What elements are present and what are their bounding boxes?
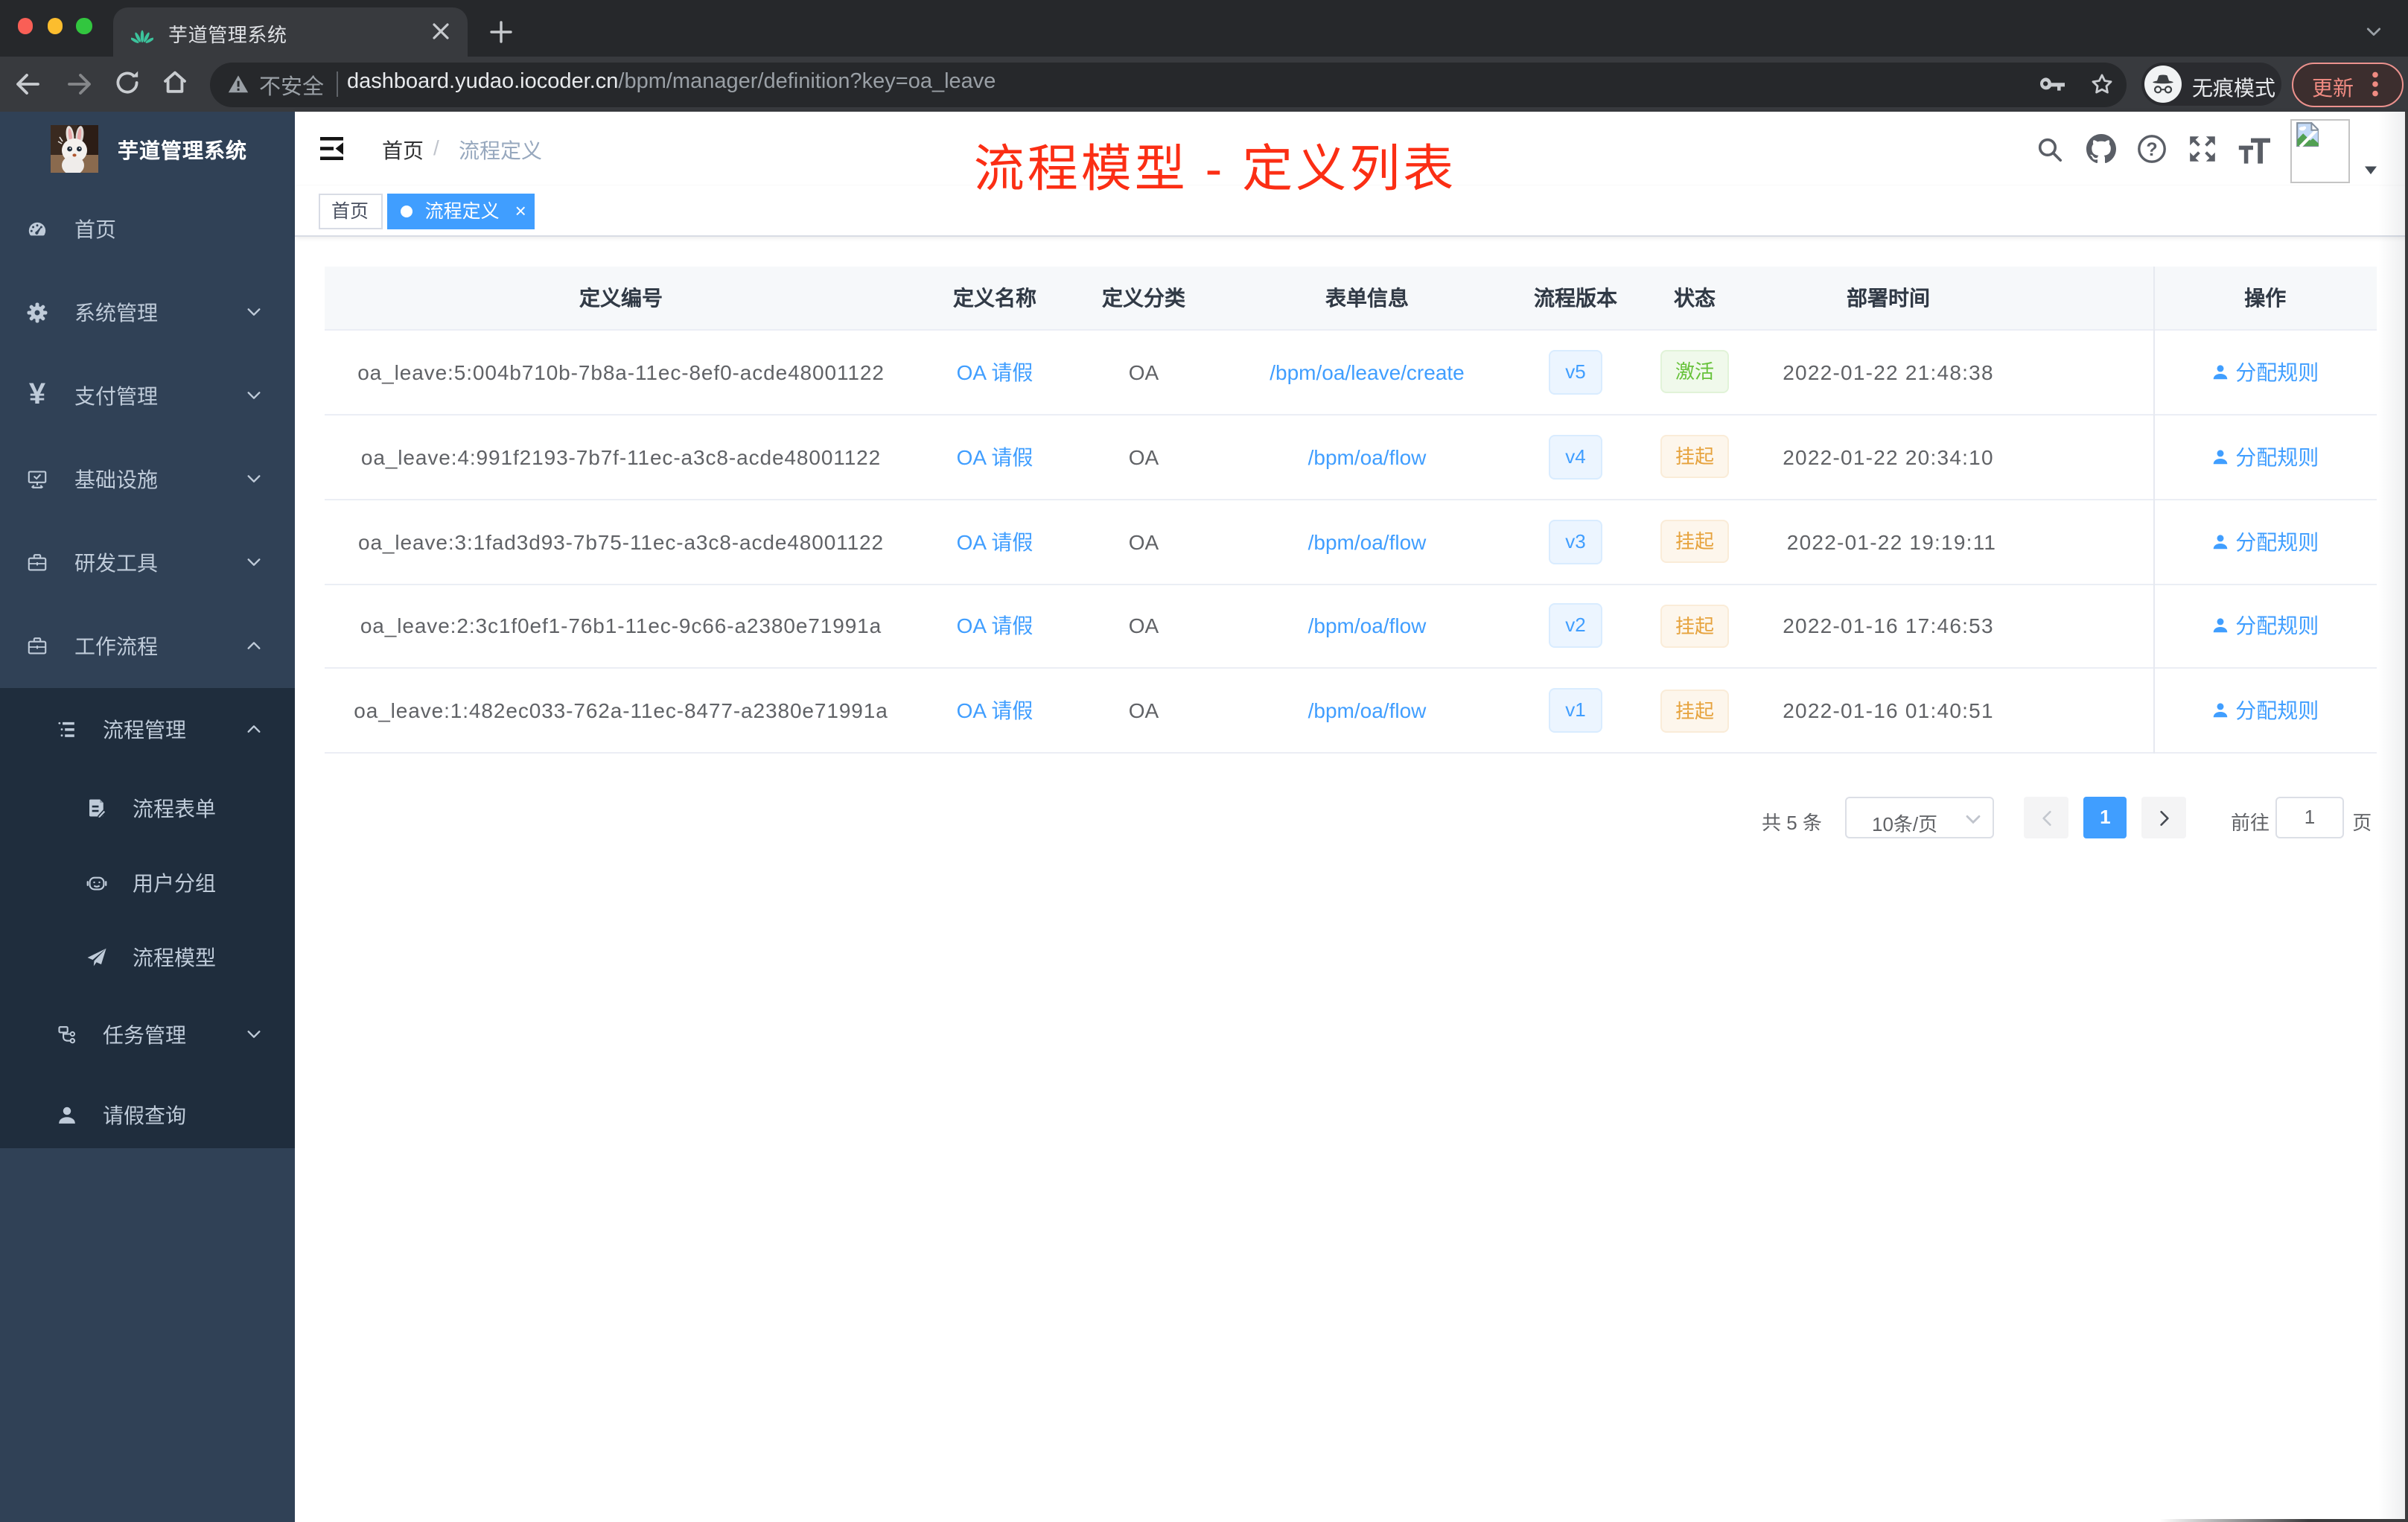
svg-text:?: ? <box>2145 139 2156 160</box>
